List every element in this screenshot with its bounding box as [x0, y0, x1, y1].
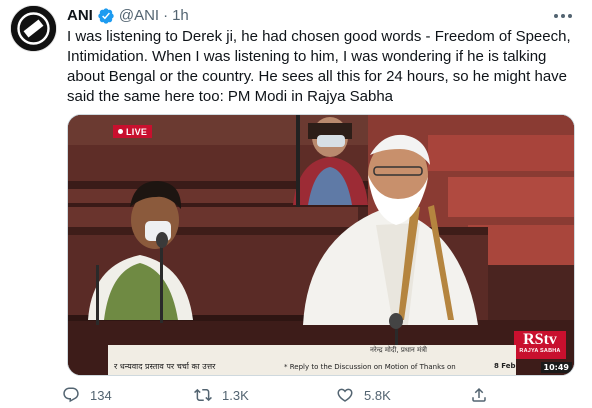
live-dot-icon	[118, 129, 123, 134]
caption-english: * Reply to the Discussion on Motion of T…	[284, 363, 456, 371]
more-icon	[554, 14, 572, 18]
share-icon	[472, 387, 486, 402]
channel-logo: RStv RAJYA SABHA	[514, 331, 566, 359]
caption-date: 8 Feb	[494, 362, 516, 370]
like-count: 5.8K	[364, 387, 391, 403]
caption-hindi: र धन्यवाद प्रस्ताव पर चर्चा का उत्तर	[114, 362, 216, 371]
share-button[interactable]	[470, 384, 488, 406]
action-bar: 134 1.3K 5.8K	[62, 384, 512, 406]
video-frame-image	[68, 115, 574, 375]
like-icon	[337, 388, 353, 402]
retweet-icon	[194, 388, 212, 402]
separator-dot: ·	[163, 7, 169, 24]
logo-sub-text: RAJYA SABHA	[519, 348, 561, 354]
retweet-count: 1.3K	[222, 387, 249, 403]
reply-icon	[63, 387, 79, 403]
like-button[interactable]: 5.8K	[336, 384, 391, 406]
broadcast-lower-third: नरेन्द्र मोदी, प्रधान मंत्री र धन्यवाद प…	[108, 345, 516, 375]
logo-main-text: RStv	[523, 331, 557, 348]
tweet-text: I was listening to Derek ji, he had chos…	[67, 28, 571, 105]
speaker-name-hindi: नरेन्द्र मोदी, प्रधान मंत्री	[370, 346, 427, 354]
live-badge: LIVE	[113, 125, 153, 138]
reply-button[interactable]: 134	[62, 384, 112, 406]
retweet-button[interactable]: 1.3K	[194, 384, 249, 406]
live-label: LIVE	[126, 126, 148, 137]
ani-logo-icon	[11, 6, 56, 51]
display-name[interactable]: ANI	[67, 6, 93, 26]
more-button[interactable]	[552, 8, 574, 24]
handle[interactable]: @ANI	[119, 6, 159, 26]
avatar[interactable]	[10, 5, 57, 52]
verified-badge-icon	[98, 8, 114, 24]
reply-count: 134	[90, 387, 112, 403]
broadcast-time: 10:49	[540, 362, 572, 373]
tweet-media[interactable]: LIVE RStv RAJYA SABHA नरेन्द्र मोदी, प्र…	[67, 114, 575, 376]
tweet-card[interactable]: ANI @ANI · 1h I was listening to Derek j…	[0, 0, 592, 408]
timestamp[interactable]: 1h	[172, 6, 189, 26]
tweet-header: ANI @ANI · 1h	[67, 6, 189, 26]
